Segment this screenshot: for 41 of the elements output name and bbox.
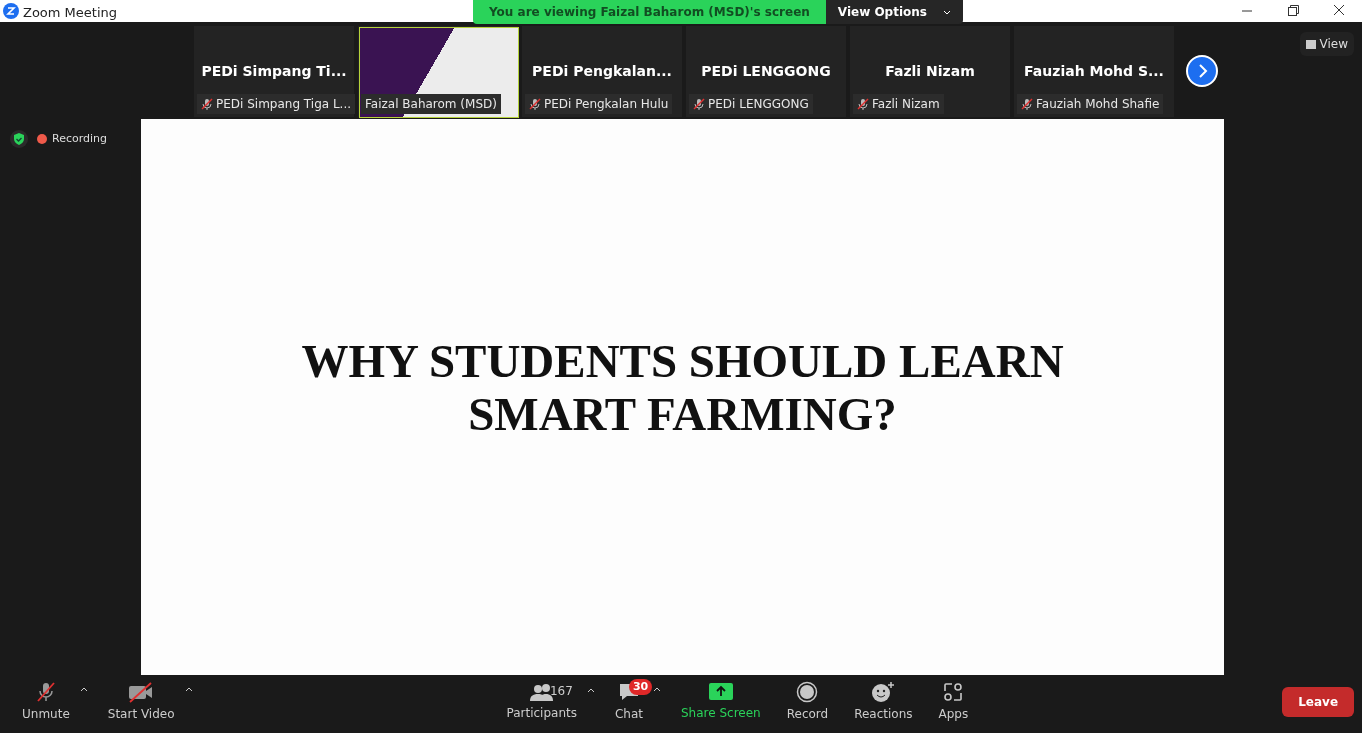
caret-icon[interactable] bbox=[184, 686, 193, 692]
window-title: Zoom Meeting bbox=[23, 4, 118, 22]
participant-label: PEDi Simpang Tiga L... bbox=[216, 96, 352, 113]
slide-title: WHY STUDENTS SHOULD LEARN SMART FARMING? bbox=[300, 335, 1065, 441]
participant-label: PEDi LENGGONG bbox=[708, 96, 809, 113]
record-icon bbox=[796, 680, 819, 703]
participant-name: PEDi LENGGONG bbox=[700, 62, 832, 81]
caret-icon[interactable] bbox=[586, 687, 595, 693]
smiley-plus-icon bbox=[871, 680, 896, 703]
record-button[interactable]: Record bbox=[780, 678, 835, 725]
participant-label: Faizal Baharom (MSD) bbox=[365, 96, 497, 113]
caret-icon[interactable] bbox=[79, 686, 88, 692]
share-screen-icon bbox=[707, 681, 734, 702]
caret-icon bbox=[943, 9, 951, 15]
participant-label: Fazli Nizam bbox=[872, 96, 940, 113]
recording-dot-icon bbox=[36, 133, 48, 145]
apps-icon bbox=[942, 680, 965, 703]
app-logo-icon bbox=[3, 3, 19, 19]
next-page-button[interactable] bbox=[1186, 55, 1218, 87]
participant-name: Fazli Nizam bbox=[884, 62, 976, 81]
leave-button[interactable]: Leave bbox=[1282, 686, 1354, 717]
share-banner: You are viewing Faizal Baharom (MSD)'s screen bbox=[473, 0, 826, 24]
share-screen-button[interactable]: Share Screen bbox=[675, 679, 767, 724]
participant-name: PEDi Simpang Ti... bbox=[200, 62, 348, 81]
shield-icon bbox=[10, 130, 28, 148]
participant-name: PEDi Pengkalan... bbox=[531, 62, 673, 81]
participants-button[interactable]: Participants 167 bbox=[500, 679, 583, 724]
view-options-button[interactable]: View Options bbox=[825, 0, 963, 24]
grid-icon bbox=[1305, 39, 1316, 49]
unmute-button[interactable]: Unmute bbox=[16, 678, 76, 725]
reactions-button[interactable]: Reactions bbox=[848, 678, 919, 725]
start-video-button[interactable]: Start Video bbox=[101, 678, 181, 725]
view-button[interactable]: View bbox=[1299, 32, 1354, 56]
unread-badge: 30 bbox=[628, 678, 653, 695]
participant-label: Fauziah Mohd Shafie bbox=[1036, 96, 1160, 113]
participant-label: PEDi Pengkalan Hulu bbox=[544, 96, 669, 113]
participant-name: Fauziah Mohd S... bbox=[1023, 62, 1165, 81]
apps-button[interactable]: Apps bbox=[932, 678, 975, 725]
recording-label: Recording bbox=[52, 130, 108, 147]
participant-count: 167 bbox=[549, 682, 573, 700]
caret-icon[interactable] bbox=[653, 686, 661, 692]
